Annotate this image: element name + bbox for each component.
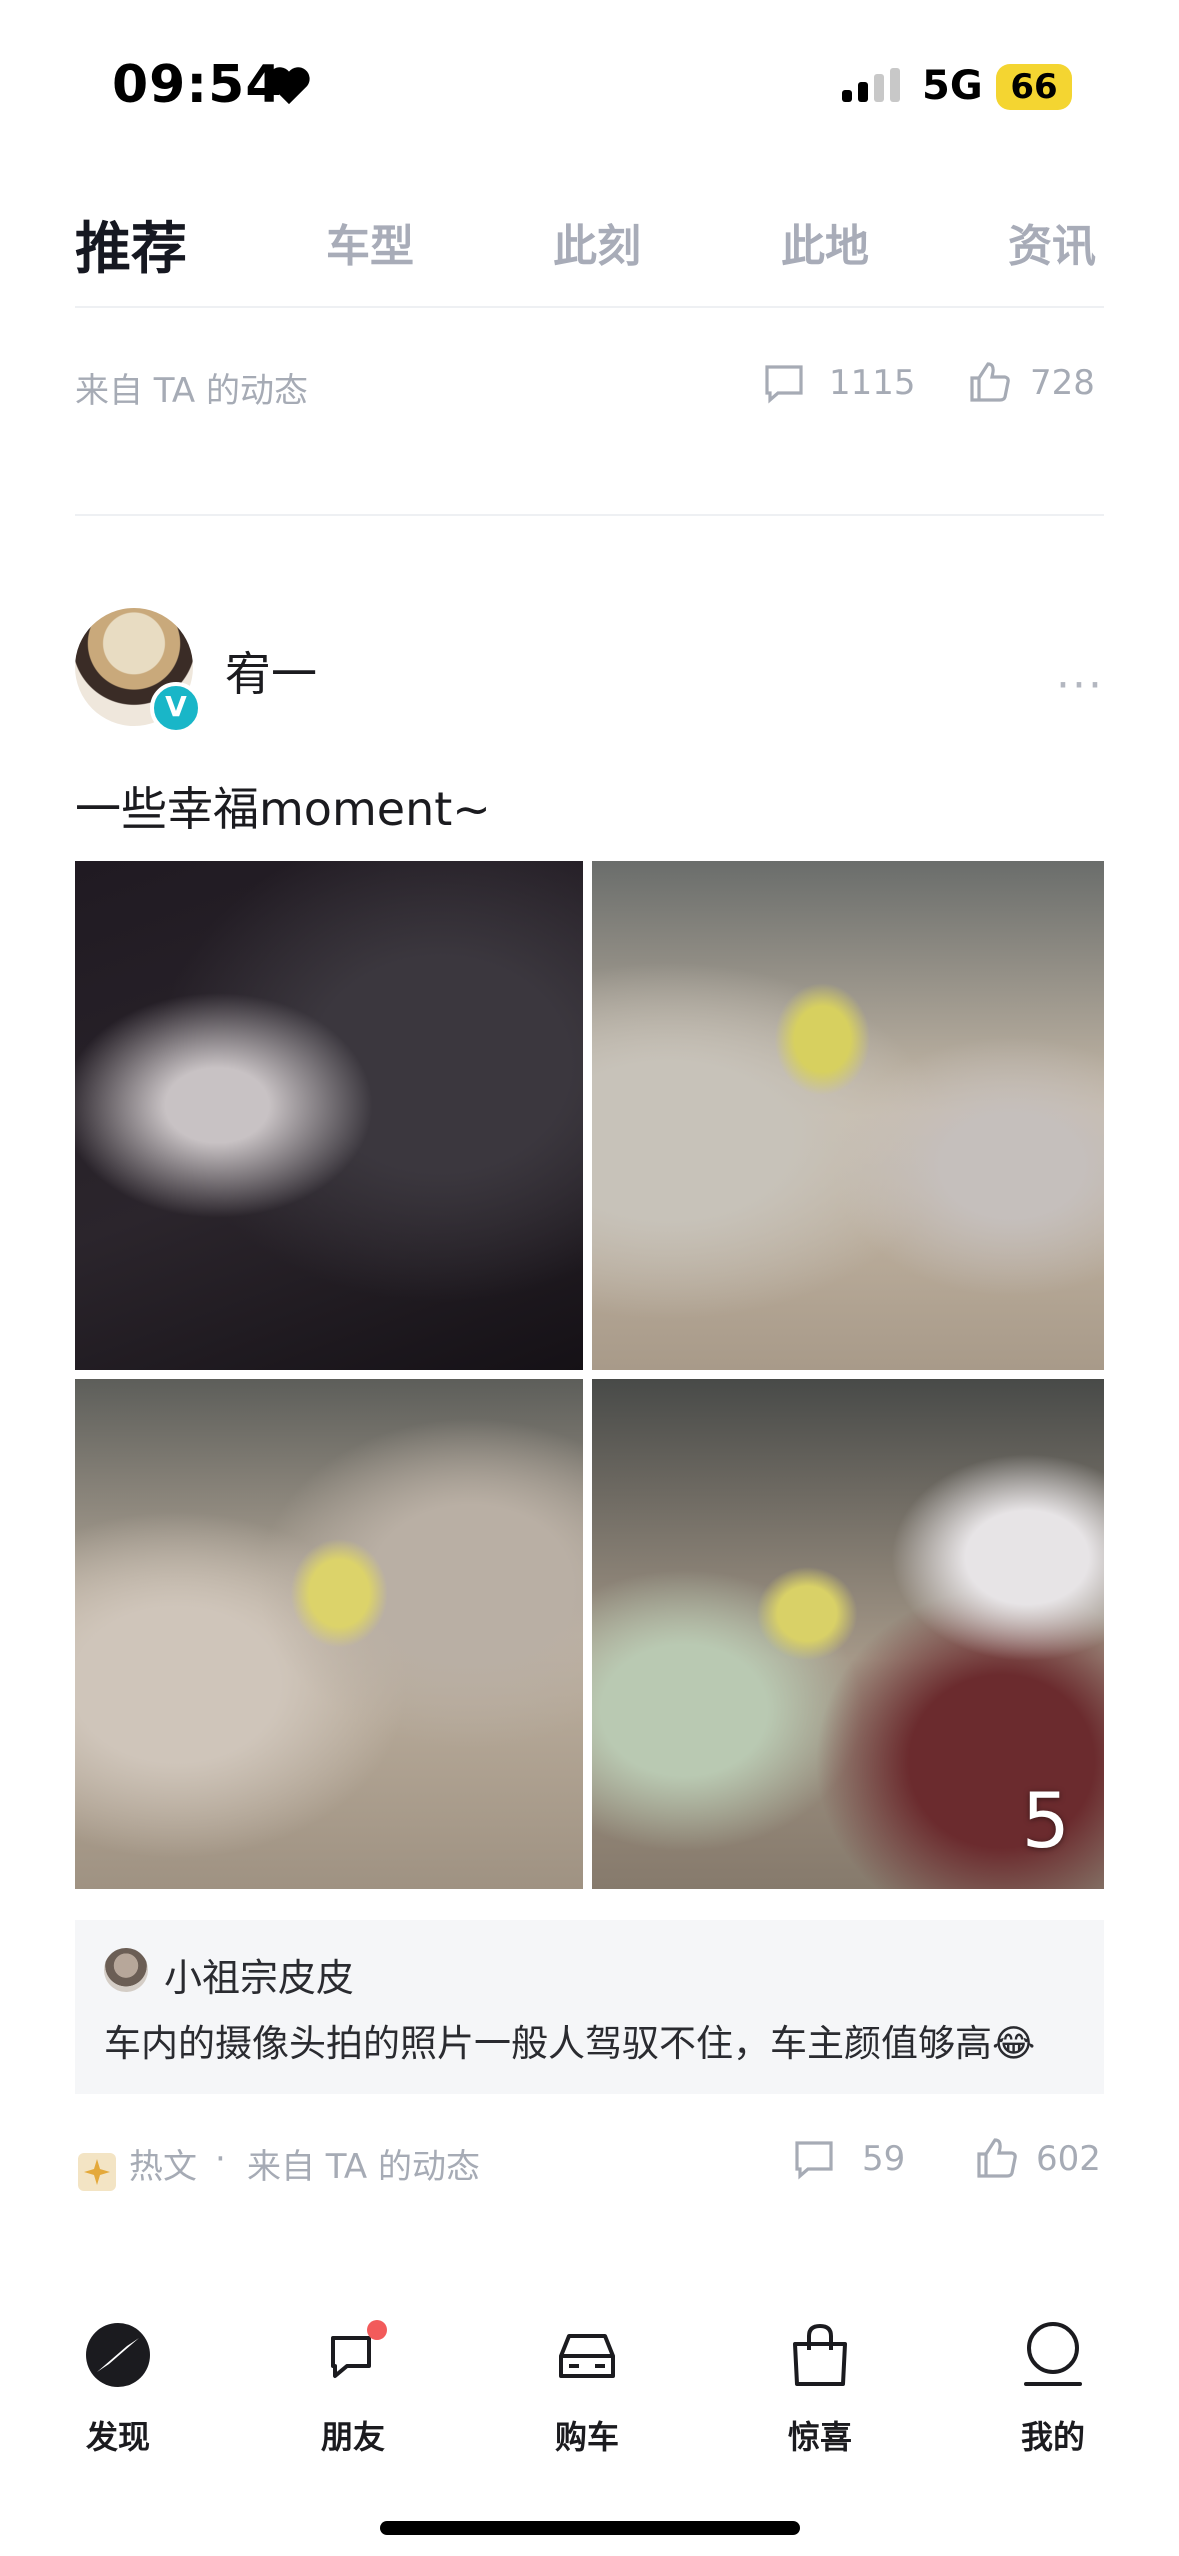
comment-avatar[interactable] xyxy=(104,1948,148,1992)
battery-level: 66 xyxy=(1010,67,1058,107)
prev-post-source[interactable]: 来自 TA 的动态 xyxy=(75,363,308,412)
comment-icon[interactable] xyxy=(793,2138,835,2180)
post-photo-1[interactable] xyxy=(75,861,583,1370)
tab-car-models[interactable]: 车型 xyxy=(326,210,414,274)
more-photos-count: 5 xyxy=(1021,1776,1070,1865)
post-photo-3[interactable] xyxy=(75,1379,583,1889)
heart-icon xyxy=(268,67,310,105)
battery-indicator: 66 xyxy=(996,64,1072,110)
nav-profile[interactable] xyxy=(978,2320,1128,2394)
hot-icon xyxy=(78,2153,116,2191)
signal-icon xyxy=(842,68,900,102)
post-comment-count: 59 xyxy=(862,2139,906,2179)
tab-news[interactable]: 资讯 xyxy=(1008,210,1096,274)
post-text[interactable]: 一些幸福moment~ xyxy=(75,773,491,839)
nav-surprise-label[interactable]: 惊喜 xyxy=(745,2412,895,2458)
like-icon[interactable] xyxy=(975,2136,1019,2180)
tab-now[interactable]: 此刻 xyxy=(553,210,641,274)
comment-icon[interactable] xyxy=(763,362,805,404)
nav-discover[interactable] xyxy=(43,2320,193,2394)
tab-nearby[interactable]: 此地 xyxy=(781,210,869,274)
nav-friends[interactable] xyxy=(278,2320,428,2394)
discover-icon xyxy=(86,2323,150,2387)
nav-buy-car-label[interactable]: 购车 xyxy=(512,2412,662,2458)
shopping-bag-icon xyxy=(793,2323,847,2386)
meta-separator: · xyxy=(215,2139,226,2179)
profile-icon xyxy=(1024,2322,1082,2386)
home-indicator[interactable] xyxy=(380,2521,800,2535)
tab-recommend[interactable]: 推荐 xyxy=(75,204,187,285)
status-time: 09:54 xyxy=(112,55,283,115)
car-icon xyxy=(559,2334,615,2378)
prev-post-comment-count: 1115 xyxy=(829,363,916,403)
post-source[interactable]: 来自 TA 的动态 xyxy=(247,2139,480,2188)
post-photo-2[interactable] xyxy=(592,861,1104,1370)
post-username[interactable]: 宥一 xyxy=(225,638,317,704)
like-icon[interactable] xyxy=(968,360,1012,404)
nav-discover-label[interactable]: 发现 xyxy=(43,2412,193,2458)
comment-username[interactable]: 小祖宗皮皮 xyxy=(164,1947,354,2002)
hot-label: 热文 xyxy=(129,2147,197,2187)
post-photo-4[interactable]: 5 xyxy=(592,1379,1104,1889)
nav-buy-car[interactable] xyxy=(512,2320,662,2394)
post-like-count: 602 xyxy=(1036,2139,1101,2179)
post-divider xyxy=(75,514,1104,516)
verified-badge: V xyxy=(150,682,202,734)
friends-icon xyxy=(331,2320,387,2378)
tabs-divider xyxy=(75,306,1104,308)
nav-surprise[interactable] xyxy=(745,2320,895,2394)
more-options-icon[interactable]: ··· xyxy=(1056,660,1104,711)
prev-post-like-count: 728 xyxy=(1030,363,1095,403)
nav-profile-label[interactable]: 我的 xyxy=(978,2412,1128,2458)
nav-friends-label[interactable]: 朋友 xyxy=(278,2412,428,2458)
network-type: 5G xyxy=(922,63,983,109)
comment-text: 车内的摄像头拍的照片一般人驾驭不住，车主颜值够高😂 xyxy=(104,2022,1036,2065)
